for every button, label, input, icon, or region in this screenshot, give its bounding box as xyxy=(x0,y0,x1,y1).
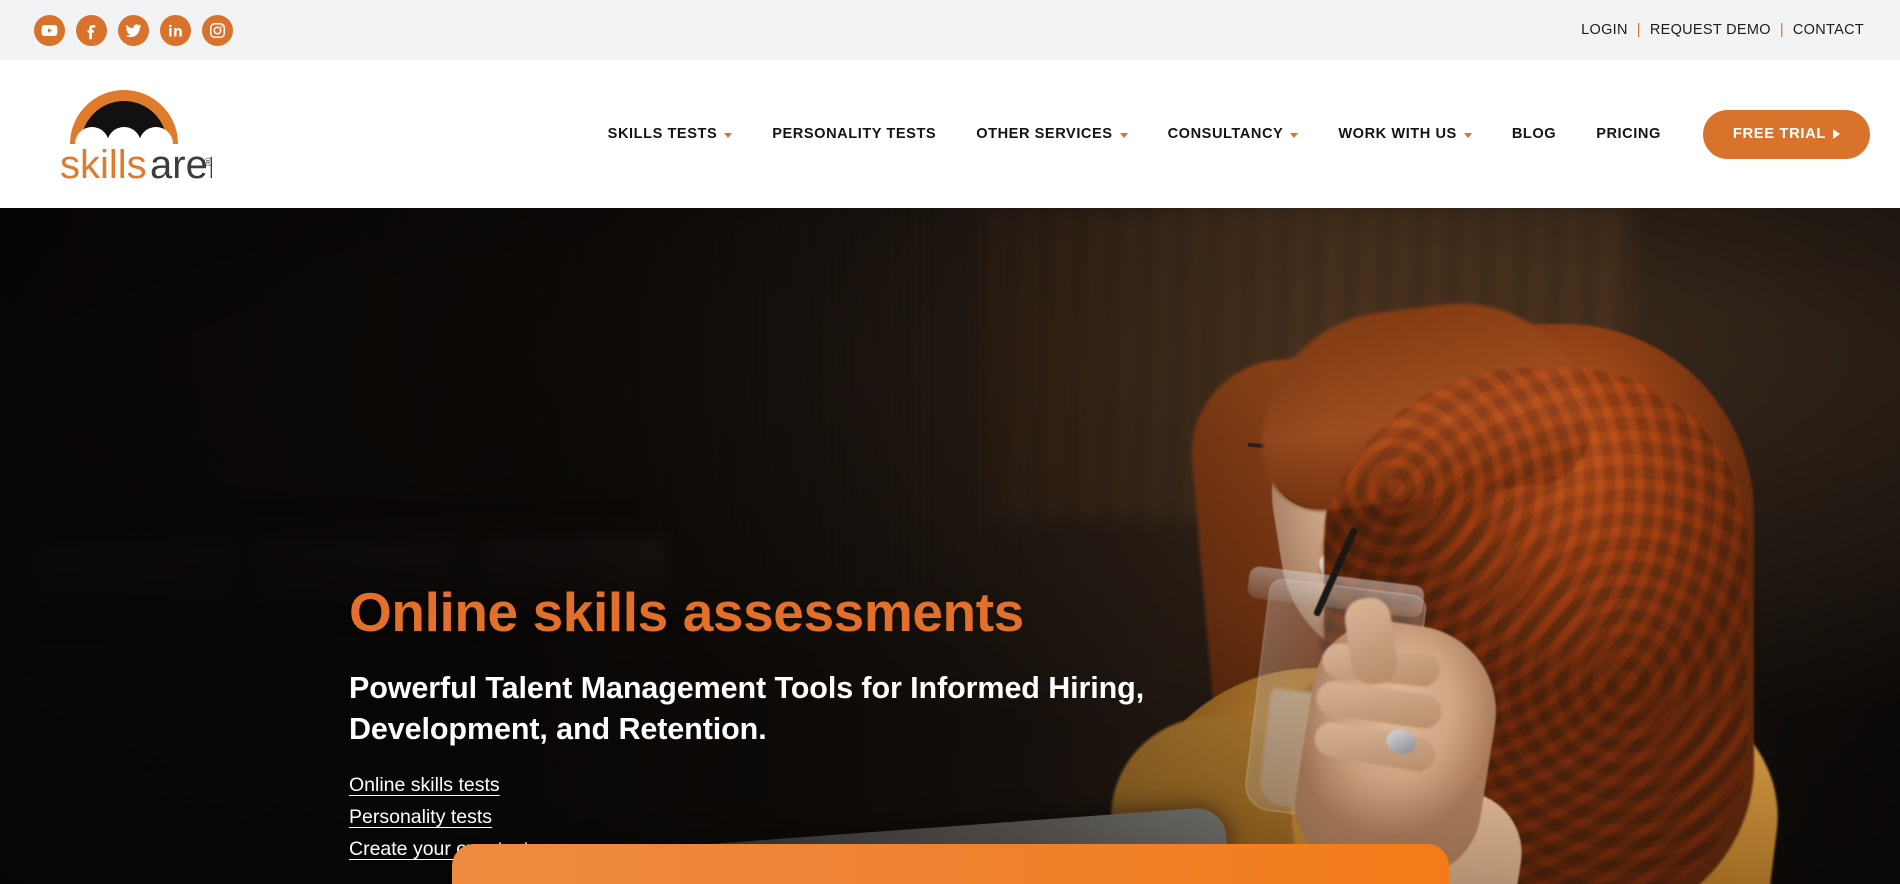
separator: | xyxy=(1779,22,1784,38)
nav-item-skills-tests[interactable]: SKILLS TESTS xyxy=(588,126,753,142)
login-link[interactable]: LOGIN xyxy=(1581,22,1628,38)
play-arrow-icon xyxy=(1833,129,1840,139)
separator: | xyxy=(1636,22,1641,38)
nav-label: SKILLS TESTS xyxy=(607,126,718,142)
instagram-icon[interactable] xyxy=(202,14,233,46)
twitter-icon[interactable] xyxy=(118,14,149,46)
linkedin-icon[interactable] xyxy=(160,14,191,46)
svg-text:skills: skills xyxy=(60,143,147,186)
top-utility-bar: LOGIN | REQUEST DEMO | CONTACT xyxy=(0,0,1900,60)
hero-link-personality-tests[interactable]: Personality tests xyxy=(349,806,492,829)
chevron-down-icon xyxy=(1463,132,1472,138)
nav-label: WORK WITH US xyxy=(1338,126,1457,142)
hero-subtitle: Powerful Talent Management Tools for Inf… xyxy=(349,671,1145,747)
chevron-down-icon xyxy=(1290,132,1299,138)
chevron-down-icon xyxy=(1119,132,1128,138)
hero-content: Online skills assessments Powerful Talen… xyxy=(349,208,1249,884)
social-links xyxy=(34,14,233,46)
nav-item-blog[interactable]: BLOG xyxy=(1492,126,1576,142)
hero-section: Online skills assessments Powerful Talen… xyxy=(0,208,1900,884)
nav-item-pricing[interactable]: PRICING xyxy=(1576,126,1681,142)
nav-label: PERSONALITY TESTS xyxy=(772,126,937,142)
svg-text:®: ® xyxy=(204,157,212,169)
site-logo[interactable]: skills arena ® xyxy=(34,82,253,187)
header-free-trial-button[interactable]: FREE TRIAL xyxy=(1702,109,1870,159)
nav-label: CONSULTANCY xyxy=(1167,126,1284,142)
youtube-icon[interactable] xyxy=(34,14,65,46)
hero-title: Online skills assessments xyxy=(349,581,1024,643)
nav-label: PRICING xyxy=(1596,126,1661,142)
nav-item-consultancy[interactable]: CONSULTANCY xyxy=(1148,126,1319,142)
nav-item-other-services[interactable]: OTHER SERVICES xyxy=(956,126,1147,142)
chevron-down-icon xyxy=(724,132,733,138)
svg-text:arena: arena xyxy=(150,143,212,186)
main-header: skills arena ® SKILLS TESTS PERSONALITY … xyxy=(0,60,1900,208)
nav-item-work-with-us[interactable]: WORK WITH US xyxy=(1318,126,1491,142)
primary-navigation: SKILLS TESTS PERSONALITY TESTS OTHER SER… xyxy=(588,109,1870,159)
bottom-orange-panel xyxy=(452,844,1449,884)
request-demo-link[interactable]: REQUEST DEMO xyxy=(1650,22,1771,38)
button-label: FREE TRIAL xyxy=(1732,126,1826,142)
facebook-icon[interactable] xyxy=(76,14,107,46)
nav-item-personality-tests[interactable]: PERSONALITY TESTS xyxy=(752,126,956,142)
top-utility-links: LOGIN | REQUEST DEMO | CONTACT xyxy=(1581,22,1864,38)
contact-link[interactable]: CONTACT xyxy=(1793,22,1864,38)
hero-link-online-skills-tests[interactable]: Online skills tests xyxy=(349,774,500,797)
nav-label: OTHER SERVICES xyxy=(976,126,1113,142)
nav-label: BLOG xyxy=(1511,126,1557,142)
